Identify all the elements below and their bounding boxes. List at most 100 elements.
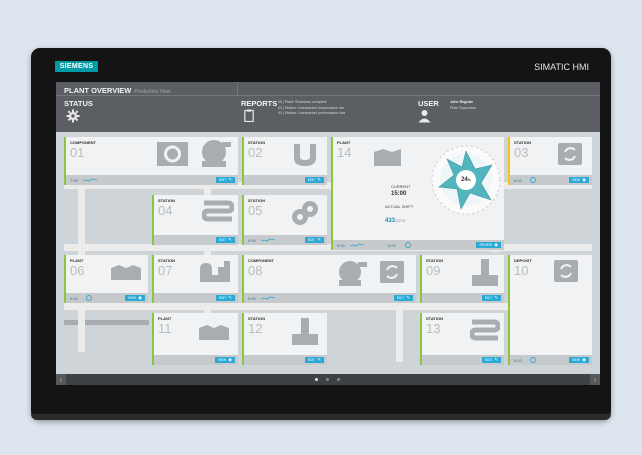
report-line-2[interactable]: 03 | Station: Unexpected temperature ris… <box>278 106 344 111</box>
page-title-text: PLANT OVERVIEW <box>64 86 132 95</box>
tile-status-bar: 5:02 VIEW ◉ <box>510 355 592 365</box>
tile-value: 8:00 <box>248 295 256 301</box>
sparkline-icon <box>261 296 275 300</box>
coil-icon <box>202 200 234 222</box>
edit-button[interactable]: EDIT ✎ <box>215 237 235 243</box>
tile-plant-14[interactable]: PLANT 14 CURRENT 15:00 ACTUAL SHIFT 433/… <box>331 137 504 250</box>
gear-icon[interactable] <box>66 109 80 123</box>
tile-value: 5:00 <box>248 237 256 243</box>
tile-status-bar: 6:02 VIEW ◉ <box>510 175 592 185</box>
edit-icon: ✎ <box>406 295 410 300</box>
factory-icon <box>374 149 401 166</box>
tile-status-bar: 8:00 EDIT ✎ <box>244 293 416 303</box>
gauge-value: 24% <box>454 177 478 183</box>
edit-button[interactable]: EDIT ✎ <box>215 295 235 301</box>
page-indicator-3[interactable] <box>337 378 340 381</box>
actual-shift-readout: 433/2276 <box>385 209 405 227</box>
progress-ring <box>86 295 92 301</box>
tile-plant-06[interactable]: PLANT 06 9:00 VIEW ◉ <box>64 255 148 303</box>
eye-icon: ◉ <box>494 242 498 247</box>
edit-button[interactable]: EDIT ✎ <box>304 237 324 243</box>
view-button[interactable]: VIEW ◉ <box>124 295 145 301</box>
edit-icon: ✎ <box>228 177 232 182</box>
progress-ring <box>530 357 536 363</box>
drill-icon <box>292 318 318 345</box>
actual-shift-value: 433 <box>385 218 396 224</box>
tile-status-bar: EDIT ✎ <box>422 293 504 303</box>
previous-page-button[interactable]: ‹ <box>56 374 66 385</box>
tile-number: 04 <box>158 203 173 218</box>
clipboard-icon[interactable] <box>244 109 254 122</box>
view-button[interactable]: VIEW ◉ <box>568 357 589 363</box>
edit-button[interactable]: EDIT ✎ <box>304 357 324 363</box>
tile-station-12[interactable]: STATION 12 EDIT ✎ <box>242 313 327 365</box>
edit-button-label: EDIT <box>307 358 316 362</box>
review-button[interactable]: REVIEW ◉ <box>476 242 501 248</box>
tile-value: 9:00 <box>70 295 78 301</box>
user-name: John Regular <box>450 100 473 104</box>
edit-button[interactable]: EDIT ✎ <box>481 357 501 363</box>
tile-station-05[interactable]: STATION 05 5:00 EDIT ✎ <box>242 195 327 245</box>
tile-status-bar: 9:00 VIEW ◉ <box>66 293 148 303</box>
page-indicator-1[interactable] <box>315 378 318 381</box>
tile-number: 09 <box>426 263 441 278</box>
edit-icon: ✎ <box>317 357 321 362</box>
tile-value: 7:05 <box>70 177 78 183</box>
actual-shift-total: /2276 <box>395 218 406 223</box>
report-line-1[interactable]: 06 | Plant: Shutdown complete <box>278 100 327 105</box>
tile-component-08[interactable]: COMPONENT 08 8:00 EDIT ✎ <box>242 255 416 303</box>
eye-icon: ◉ <box>582 357 586 362</box>
user-role: Plant Supervisor <box>450 105 477 110</box>
tile-number: 14 <box>337 145 352 160</box>
edit-button[interactable]: EDIT ✎ <box>215 177 235 183</box>
tile-plant-11[interactable]: PLANT 11 VIEW ◉ <box>152 313 238 365</box>
gauge-unit: % <box>467 178 471 182</box>
view-button[interactable]: VIEW ◉ <box>568 177 589 183</box>
tile-station-09[interactable]: STATION 09 EDIT ✎ <box>420 255 504 303</box>
tile-status-bar: EDIT ✎ <box>244 355 327 365</box>
tile-station-07[interactable]: STATION 07 EDIT ✎ <box>152 255 238 303</box>
edit-button[interactable]: EDIT ✎ <box>481 295 501 301</box>
tile-station-13[interactable]: STATION 13 EDIT ✎ <box>420 313 504 365</box>
edit-icon: ✎ <box>317 177 321 182</box>
user-icon[interactable] <box>418 109 431 123</box>
tile-station-03[interactable]: STATION 03 6:02 VIEW ◉ <box>508 137 592 185</box>
tile-status-bar: 9:00 6:00 REVIEW ◉ <box>333 240 504 250</box>
tile-status-bar: 5:00 EDIT ✎ <box>244 235 327 245</box>
header-separator <box>56 95 600 96</box>
sparkline-icon <box>83 178 97 182</box>
tile-value-2: 6:00 <box>388 242 396 248</box>
status-label: STATUS <box>64 99 93 108</box>
page-indicator-2[interactable] <box>326 378 329 381</box>
tile-status-bar: EDIT ✎ <box>154 293 238 303</box>
siemens-logo: SIEMENS <box>55 61 98 72</box>
pump-icon <box>339 261 367 286</box>
next-page-button[interactable]: › <box>590 374 600 385</box>
edit-button[interactable]: EDIT ✎ <box>393 295 413 301</box>
tile-value: 5:02 <box>514 357 522 363</box>
report-line-3[interactable]: 03 | Station: Unexpected performance ris… <box>278 111 345 116</box>
eye-icon: ◉ <box>138 295 142 300</box>
tile-number: 01 <box>70 145 85 160</box>
eye-icon: ◉ <box>582 177 586 182</box>
motor-icon <box>157 142 188 166</box>
tile-station-02[interactable]: STATION 02 EDIT ✎ <box>242 137 327 185</box>
tile-station-04[interactable]: STATION 04 EDIT ✎ <box>152 195 238 245</box>
tile-value: 9:00 <box>337 242 345 248</box>
tile-number: 11 <box>158 321 172 336</box>
tile-number: 10 <box>514 263 529 278</box>
edit-button-label: EDIT <box>307 238 316 242</box>
coil-icon <box>470 319 500 341</box>
tile-component-01[interactable]: COMPONENT 01 7:05 EDIT ✎ <box>64 137 238 185</box>
edit-button-label: EDIT <box>396 296 405 300</box>
progress-ring <box>405 242 411 248</box>
tile-number: 07 <box>158 263 173 278</box>
view-button[interactable]: VIEW ◉ <box>214 357 235 363</box>
sparkline-icon <box>261 238 275 242</box>
tile-status-bar: EDIT ✎ <box>154 235 238 245</box>
device-bezel-bottom <box>31 414 611 420</box>
tile-deposit-10[interactable]: DEPOSIT 10 5:02 VIEW ◉ <box>508 255 592 365</box>
edit-button[interactable]: EDIT ✎ <box>304 177 324 183</box>
pipe-junction-icon <box>200 261 230 282</box>
page-title: PLANT OVERVIEW Production View <box>64 86 170 95</box>
